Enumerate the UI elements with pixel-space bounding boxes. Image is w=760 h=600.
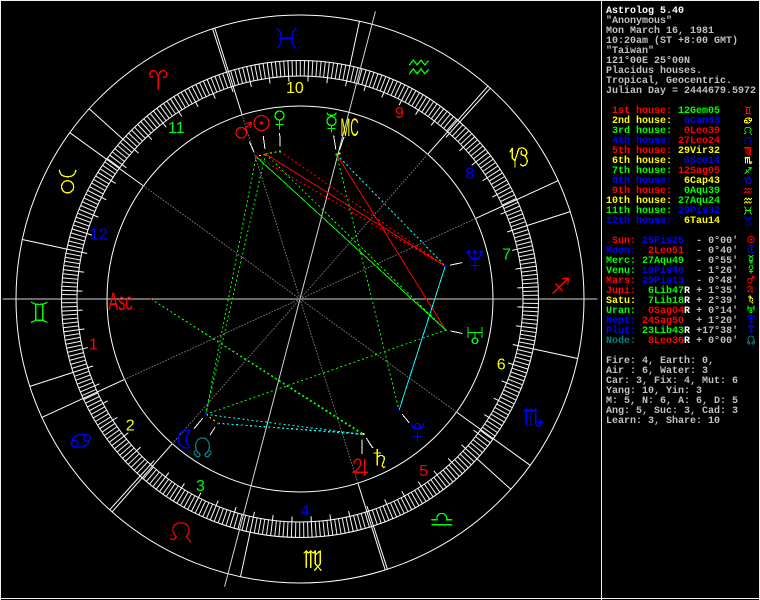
svg-text:1: 1 [89, 337, 98, 354]
svg-text:Asc: Asc [109, 289, 133, 316]
svg-text:6: 6 [497, 357, 506, 374]
svg-text:3: 3 [196, 478, 205, 495]
svg-text:2: 2 [126, 418, 135, 435]
svg-text:9: 9 [395, 105, 404, 122]
svg-text:7: 7 [502, 246, 511, 263]
svg-text:8: 8 [465, 165, 474, 182]
svg-text:10: 10 [286, 80, 304, 97]
svg-text:MC: MC [341, 114, 359, 142]
svg-text:4: 4 [301, 503, 310, 520]
svg-text:5: 5 [419, 463, 428, 480]
svg-text:11: 11 [168, 120, 185, 137]
svg-text:12: 12 [90, 226, 108, 243]
